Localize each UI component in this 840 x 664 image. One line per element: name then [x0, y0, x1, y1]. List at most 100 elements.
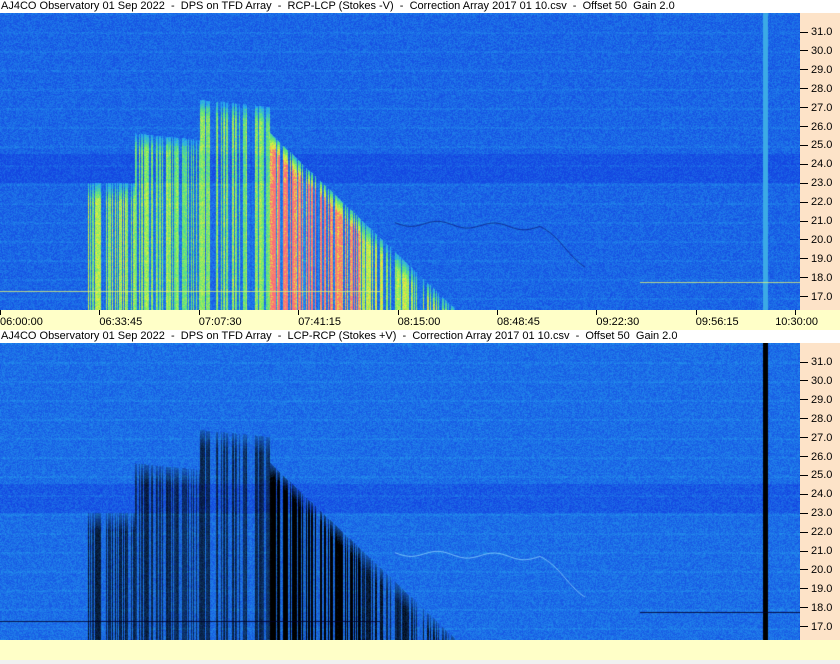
time-tick-label: 09:56:15 [695, 316, 739, 328]
freq-tick: 28.0 [800, 413, 832, 425]
time-tick: 09:56:15 [695, 310, 739, 328]
time-tick-label: 09:22:30 [596, 316, 640, 328]
tick-mark [800, 550, 808, 552]
freq-tick-label: 31.0 [811, 26, 833, 38]
tick-mark [800, 474, 808, 476]
freq-tick-label: 18.0 [811, 601, 833, 614]
freq-tick-label: 23.0 [811, 177, 833, 190]
freq-tick: 19.0 [800, 253, 832, 265]
freq-tick-label: 17.0 [811, 290, 833, 303]
freq-tick: 20.0 [800, 234, 832, 246]
tick-mark [800, 50, 808, 52]
freq-tick-label: 26.0 [811, 450, 833, 463]
tick-mark [800, 201, 808, 203]
freq-tick: 23.0 [800, 507, 832, 519]
tick-mark [800, 399, 808, 401]
tick-mark [800, 126, 808, 128]
freq-tick: 17.0 [800, 621, 832, 633]
freq-tick-label: 24.0 [811, 158, 833, 171]
freq-tick-label: 22.0 [811, 196, 833, 209]
freq-tick: 22.0 [800, 526, 832, 538]
freq-tick-label: 21.0 [811, 545, 833, 557]
time-tick-label: 07:07:30 [198, 316, 242, 328]
tick-mark [800, 626, 808, 628]
freq-tick-label: 20.0 [811, 563, 833, 576]
tick-mark [800, 31, 808, 33]
spectrogram-lcp-rcp [0, 343, 800, 640]
tick-mark [800, 437, 808, 439]
freq-tick-label: 22.0 [811, 526, 833, 539]
freq-tick: 31.0 [800, 26, 832, 38]
freq-tick: 18.0 [800, 272, 832, 284]
tick-mark [800, 182, 808, 184]
freq-tick-label: 30.0 [811, 374, 833, 387]
tick-mark [800, 69, 808, 71]
tick-mark [596, 310, 598, 315]
freq-tick-label: 25.0 [811, 139, 833, 152]
freq-tick: 31.0 [800, 356, 832, 368]
freq-tick-label: 30.0 [811, 44, 833, 57]
freq-tick-label: 26.0 [811, 120, 833, 133]
freq-tick-label: 19.0 [811, 582, 833, 595]
tick-mark [795, 310, 797, 315]
time-tick-label: 07:41:15 [298, 316, 342, 328]
freq-tick-label: 28.0 [811, 412, 833, 425]
tick-mark [497, 310, 498, 315]
freq-tick-label: 29.0 [811, 63, 833, 76]
panel-2-title: AJ4CO Observatory 01 Sep 2022 - DPS on T… [0, 330, 840, 343]
freq-tick-label: 23.0 [811, 507, 833, 520]
time-tick-label: 06:33:45 [99, 316, 143, 328]
tick-mark [800, 456, 808, 458]
tick-mark [800, 531, 808, 533]
freq-tick-label: 17.0 [811, 620, 833, 633]
freq-tick-label: 29.0 [811, 393, 833, 406]
tick-mark [800, 163, 808, 165]
panel-1-title: AJ4CO Observatory 01 Sep 2022 - DPS on T… [0, 0, 840, 13]
freq-tick: 22.0 [800, 196, 832, 208]
time-tick: 06:33:45 [99, 310, 143, 328]
freq-tick-label: 27.0 [811, 431, 833, 444]
time-tick: 07:07:30 [198, 310, 242, 328]
time-tick: 07:41:15 [298, 310, 342, 328]
tick-mark [800, 512, 808, 514]
freq-tick-label: 25.0 [811, 469, 833, 482]
freq-tick: 17.0 [800, 291, 832, 303]
tick-mark [800, 144, 808, 146]
freq-tick-label: 19.0 [811, 252, 833, 265]
tick-mark [800, 107, 808, 109]
tick-mark [397, 310, 399, 315]
freq-tick: 30.0 [800, 375, 832, 387]
freq-tick: 29.0 [800, 64, 832, 76]
freq-tick: 21.0 [800, 545, 832, 557]
tick-mark [0, 310, 1, 315]
spectrogram-rcp-lcp [0, 13, 800, 310]
tick-mark [800, 380, 808, 382]
time-tick-label: 06:00:00 [0, 316, 43, 328]
tick-mark [198, 310, 200, 315]
time-tick: 08:15:00 [397, 310, 441, 328]
tick-mark [800, 361, 808, 363]
freq-tick-label: 21.0 [811, 215, 833, 227]
freq-tick-label: 18.0 [811, 271, 833, 284]
tick-mark [800, 277, 808, 279]
tick-mark [800, 258, 808, 260]
tick-mark [298, 310, 300, 315]
freq-tick: 20.0 [800, 564, 832, 576]
time-tick: 06:00:00 [0, 310, 43, 328]
tick-mark [695, 310, 697, 315]
tick-mark [800, 418, 808, 420]
freq-tick-label: 31.0 [811, 356, 833, 368]
time-tick-label: 08:15:00 [397, 316, 441, 328]
freq-tick-label: 20.0 [811, 233, 833, 246]
freq-tick: 28.0 [800, 83, 832, 95]
tick-mark [800, 220, 808, 222]
time-axis-blank [0, 640, 840, 660]
time-axis: 06:00:00 06:33:45 07:07:30 07:41:15 08:15:00… [0, 310, 840, 330]
freq-tick: 29.0 [800, 394, 832, 406]
frequency-axis-2: 31.0 30.0 29.0 28.0 27.0 26.0 25.0 24.0 23.0 22.0… [800, 343, 840, 640]
tick-mark [800, 493, 808, 495]
tick-mark [800, 239, 808, 241]
freq-tick: 24.0 [800, 488, 832, 500]
freq-tick-label: 28.0 [811, 82, 833, 95]
time-tick: 09:22:30 [596, 310, 640, 328]
